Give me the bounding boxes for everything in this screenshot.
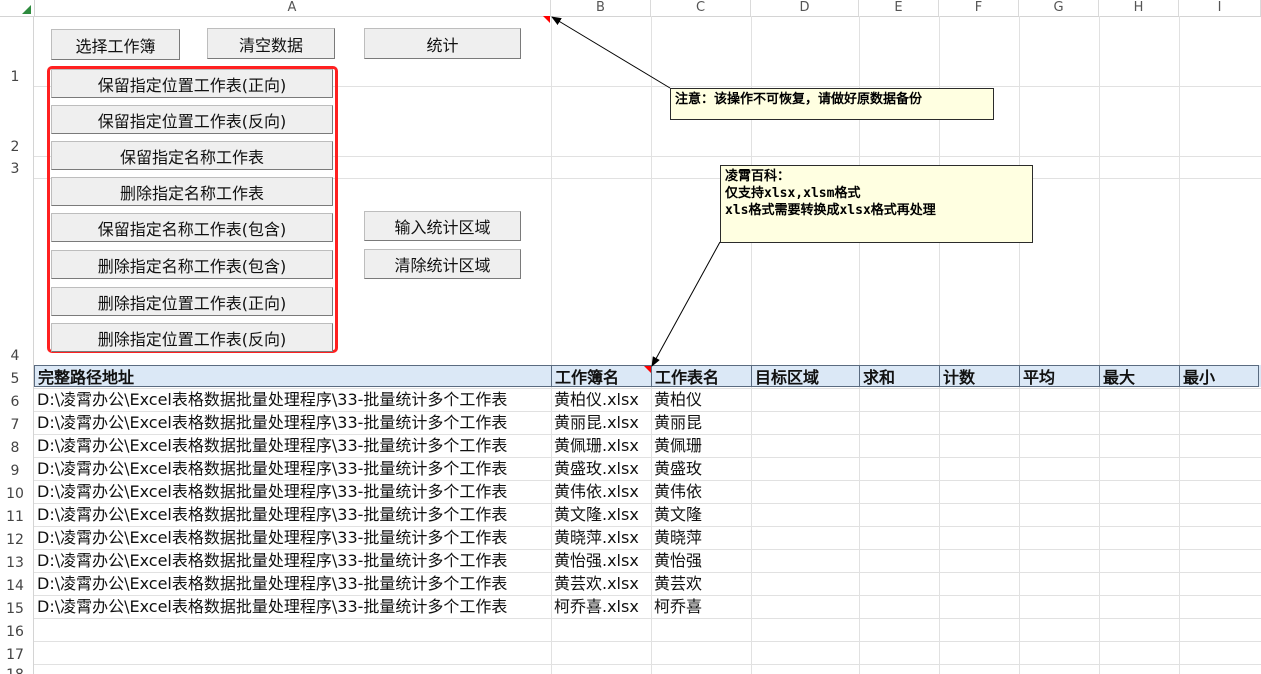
info-connector bbox=[651, 241, 721, 367]
warning-note[interactable]: 注意：该操作不可恢复，请做好原数据备份 bbox=[670, 88, 994, 120]
info-note-title: 凌霄百科： bbox=[725, 169, 791, 184]
info-note-line1: 仅支持xlsx,xlsm格式 bbox=[725, 186, 861, 201]
comment-marker-icon[interactable] bbox=[543, 16, 550, 23]
comment-marker-icon[interactable] bbox=[644, 366, 651, 373]
warning-connector bbox=[551, 16, 671, 89]
comment-connectors bbox=[551, 16, 721, 367]
info-note-line2: xls格式需要转换成xlsx格式再处理 bbox=[725, 203, 936, 218]
info-note[interactable]: 凌霄百科： 仅支持xlsx,xlsm格式 xls格式需要转换成xlsx格式再处理 bbox=[720, 165, 1033, 243]
